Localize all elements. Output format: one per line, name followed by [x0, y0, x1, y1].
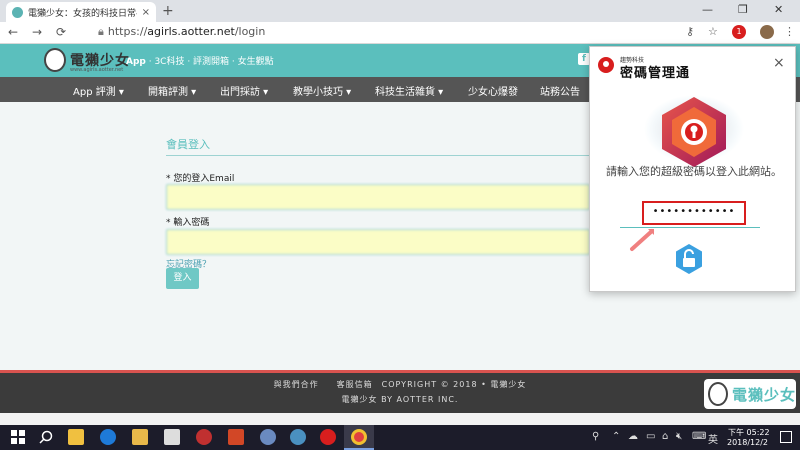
minimize-icon[interactable]: — — [702, 3, 713, 16]
battery-icon[interactable]: ▭ — [646, 431, 655, 442]
login-button[interactable]: 登入 — [166, 268, 199, 289]
unlock-button[interactable] — [674, 243, 704, 275]
site-logo-url: www.agirls.aotter.net — [70, 67, 124, 73]
trend-micro-icon[interactable] — [320, 429, 336, 445]
close-window-icon[interactable]: ✕ — [774, 3, 783, 16]
password-manager-hex-icon — [644, 95, 744, 167]
site-footer: 與我們合作 客服信箱 COPYRIGHT © 2018 • 電獺少女 電獺少女 … — [0, 373, 800, 413]
volume-icon[interactable]: 🔇︎ — [676, 431, 682, 442]
onedrive-icon[interactable]: ☁ — [628, 431, 638, 442]
topnav-app[interactable]: App — [126, 57, 146, 67]
browser-tab-bar: 電獺少女：女孩的科技日常-APP... × + — ❐ ✕ — [0, 0, 800, 22]
mail-icon[interactable] — [164, 429, 180, 445]
tray-chevron-icon[interactable]: ⌃ — [612, 431, 620, 442]
menu-item-tips[interactable]: 教學小技巧 ▾ — [293, 83, 351, 98]
app-icon-globe[interactable] — [290, 429, 306, 445]
menu-item-girls-heart[interactable]: 少女心爆發 — [468, 83, 518, 98]
footer-links[interactable]: 與我們合作 客服信箱 COPYRIGHT © 2018 • 電獺少女 — [0, 379, 800, 390]
notification-center-icon[interactable] — [780, 431, 792, 443]
windows-start-icon[interactable] — [10, 429, 26, 445]
menu-item-announcements[interactable]: 站務公告 — [540, 83, 580, 98]
forward-icon[interactable]: → — [32, 25, 42, 39]
topnav-rest[interactable]: · 3C科技 · 評測開箱 · 女生觀點 — [146, 57, 274, 67]
reload-icon[interactable]: ⟳ — [56, 25, 66, 39]
search-icon[interactable] — [38, 429, 54, 445]
url-field[interactable]: 🔒︎ https://agirls.aotter.net/login — [98, 25, 265, 39]
bookmark-star-icon[interactable]: ☆ — [708, 25, 718, 38]
key-icon[interactable]: ⚷ — [686, 25, 694, 38]
menu-item-lifestyle[interactable]: 科技生活雜貨 ▾ — [375, 83, 443, 98]
footer-credit: 電獺少女 BY AOTTER INC. — [341, 395, 459, 404]
popup-close-icon[interactable]: × — [773, 55, 785, 71]
footer-logo-text: 電獺少女 — [732, 386, 797, 404]
pointer-arrow-icon — [630, 229, 654, 251]
chrome-icon — [351, 429, 367, 445]
menu-item-unboxing[interactable]: 開箱評測 ▾ — [148, 83, 196, 98]
chrome-taskbar-button[interactable] — [344, 425, 374, 450]
address-bar-row: ← → ⟳ 🔒︎ https://agirls.aotter.net/login … — [0, 22, 800, 44]
url-host: agirls.aotter.net — [147, 25, 235, 38]
restore-icon[interactable]: ❐ — [738, 3, 748, 16]
store-icon[interactable] — [68, 429, 84, 445]
lock-icon: 🔒︎ — [98, 25, 104, 38]
menu-item-app-review[interactable]: App 評測 ▾ — [73, 83, 124, 98]
page-bottom — [0, 413, 800, 425]
app-icon-blue[interactable] — [260, 429, 276, 445]
tab-title: 電獺少女：女孩的科技日常-APP... — [28, 8, 137, 19]
edge-icon[interactable] — [100, 429, 116, 445]
input-method-icon[interactable]: 英 — [708, 431, 718, 446]
menu-kebab-icon[interactable]: ⋮ — [784, 25, 795, 38]
email-field[interactable] — [166, 184, 590, 210]
footer-logo[interactable]: 電獺少女 — [704, 379, 796, 409]
footer-logo-icon — [708, 382, 728, 406]
url-path: /login — [234, 25, 266, 38]
login-divider — [166, 155, 590, 156]
file-explorer-icon[interactable] — [132, 429, 148, 445]
people-icon[interactable]: ⚲ — [592, 431, 599, 442]
powerpoint-icon[interactable] — [228, 429, 244, 445]
top-category-nav[interactable]: App · 3C科技 · 評測開箱 · 女生觀點 — [126, 54, 274, 67]
email-label: * 您的登入Email — [166, 174, 235, 184]
site-favicon-icon — [12, 6, 23, 18]
master-password-input[interactable]: •••••••••••• — [642, 201, 746, 225]
password-manager-extension-icon[interactable]: 1 — [732, 25, 746, 39]
new-tab-button[interactable]: + — [162, 3, 174, 19]
password-label: * 輸入密碼 — [166, 218, 210, 228]
browser-tab[interactable]: 電獺少女：女孩的科技日常-APP... × — [6, 2, 156, 22]
password-manager-message: 請輸入您的超級密碼以登入此網站。 — [606, 165, 782, 178]
password-manager-title: 密碼管理通 — [620, 66, 691, 81]
windows-taskbar: ⚲ ⌃ ☁ ▭ ⌂ 🔇︎ ⌨ 英 下午 05:22 2018/12/2 — [0, 425, 800, 450]
clock-time[interactable]: 下午 05:22 — [728, 427, 770, 438]
password-manager-popup: 趨勢科技 密碼管理通 × 請輸入您的超級密碼以登入此網站。 ••••••••••… — [589, 46, 796, 292]
tab-close-icon[interactable]: × — [142, 7, 150, 18]
url-scheme: https:// — [107, 25, 148, 38]
keyboard-icon[interactable]: ⌨ — [692, 431, 706, 442]
clock-date[interactable]: 2018/12/2 — [727, 438, 768, 447]
menu-item-interviews[interactable]: 出門採訪 ▾ — [220, 83, 268, 98]
app-icon-red-ring[interactable] — [196, 429, 212, 445]
network-icon[interactable]: ⌂ — [662, 431, 668, 442]
site-logo-icon[interactable] — [44, 48, 66, 72]
back-icon[interactable]: ← — [8, 25, 18, 39]
password-field[interactable] — [166, 229, 590, 255]
login-title: 會員登入 — [166, 138, 210, 151]
profile-avatar[interactable] — [760, 25, 774, 39]
password-manager-logo-icon — [598, 57, 614, 73]
